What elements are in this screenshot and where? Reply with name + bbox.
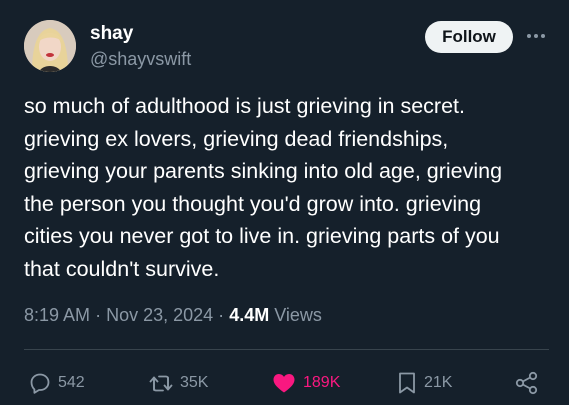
bookmark-button[interactable]: 21K (396, 368, 452, 398)
tweet-time[interactable]: 8:19 AM (24, 305, 90, 325)
retweet-count: 35K (180, 374, 209, 391)
share-icon (514, 370, 540, 396)
tweet-text: so much of adulthood is just grieving in… (24, 94, 503, 281)
reply-button[interactable]: 542 (28, 368, 85, 398)
views-count: 4.4M (229, 305, 270, 325)
like-button[interactable]: 189K (271, 368, 340, 398)
retweet-button[interactable]: 35K (148, 368, 208, 398)
retweet-icon (148, 371, 174, 395)
tweet-card: shay @shayvswift Follow so much of adult… (0, 0, 569, 405)
tweet-header: shay @shayvswift Follow (24, 20, 554, 76)
more-icon[interactable] (524, 26, 548, 46)
like-count: 189K (303, 374, 341, 391)
bookmark-count: 21K (424, 374, 453, 391)
action-bar: 542 35K 189K 21K (0, 368, 569, 398)
tweet-date[interactable]: Nov 23, 2024 (106, 305, 213, 325)
meta-separator: · (95, 305, 102, 325)
reply-count: 542 (58, 374, 85, 391)
display-name[interactable]: shay (90, 22, 191, 46)
reply-icon (28, 371, 52, 395)
bookmark-icon (396, 371, 418, 395)
user-names: shay @shayvswift (90, 22, 191, 72)
meta-separator: · (218, 305, 225, 325)
avatar[interactable] (24, 20, 76, 72)
divider (24, 349, 549, 350)
heart-icon (271, 371, 297, 395)
share-button[interactable] (514, 368, 540, 398)
user-handle[interactable]: @shayvswift (90, 46, 191, 72)
follow-button[interactable]: Follow (425, 21, 513, 53)
views-label: Views (274, 305, 322, 325)
tweet-meta: 8:19 AM · Nov 23, 2024 · 4.4M Views (24, 303, 322, 327)
